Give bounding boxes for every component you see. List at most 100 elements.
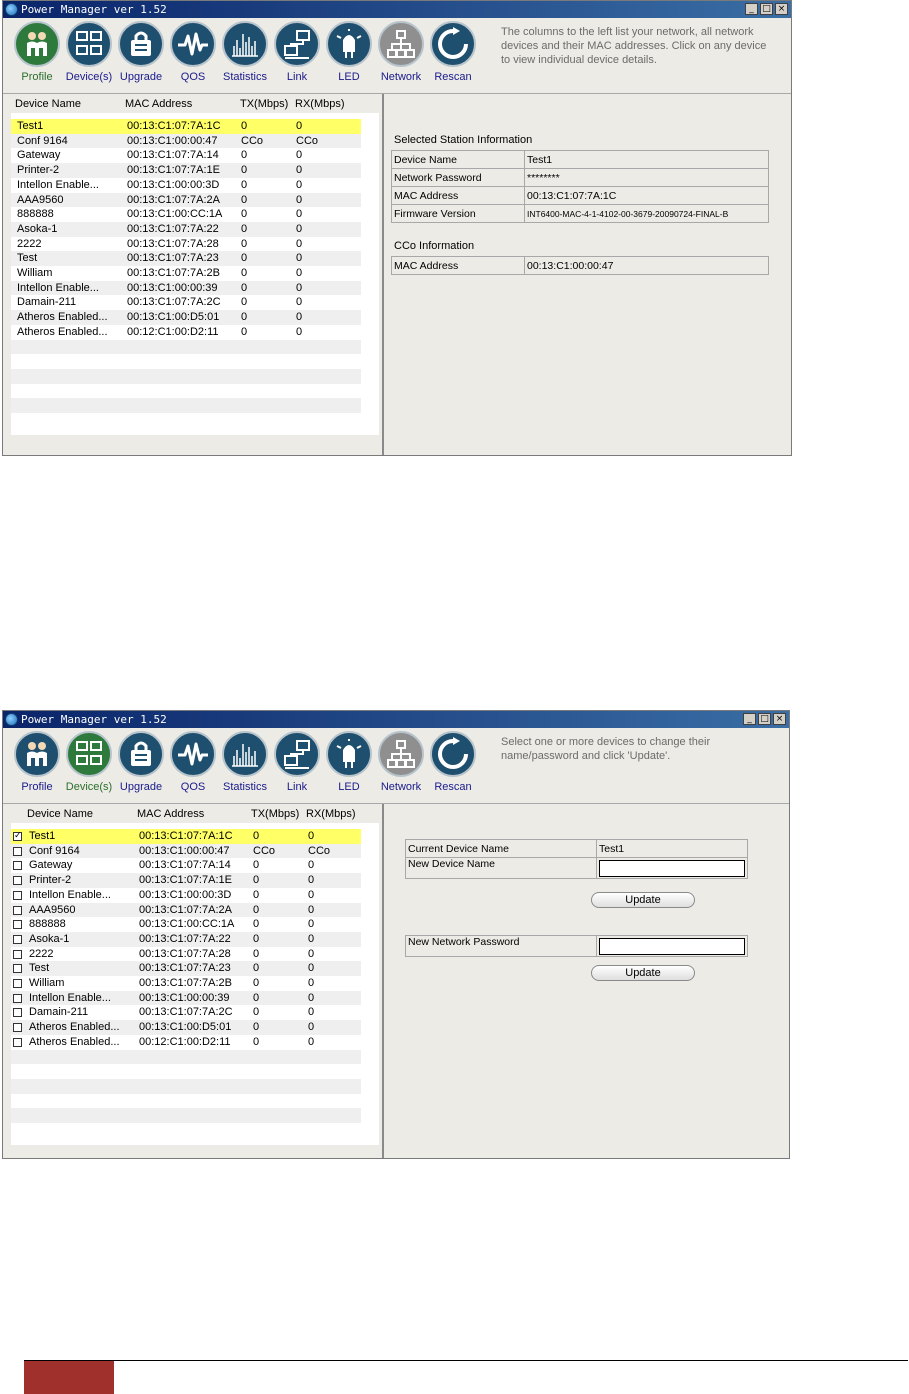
column-tx[interactable]: TX(Mbps) <box>251 808 299 820</box>
device-checkbox[interactable] <box>13 861 22 871</box>
device-row[interactable]: 888888 00:13:C1:00:CC:1A 0 0 <box>11 917 361 932</box>
device-row[interactable]: Intellon Enable... 00:13:C1:00:00:3D 0 0 <box>11 178 361 193</box>
toolbar-button-network[interactable]: Network <box>375 21 427 83</box>
device-checkbox[interactable] <box>13 1008 22 1018</box>
device-row[interactable]: Conf 9164 00:13:C1:00:00:47 CCo CCo <box>11 843 361 859</box>
device-row[interactable]: William 00:13:C1:07:7A:2B 0 0 <box>11 976 361 991</box>
column-rx[interactable]: RX(Mbps) <box>306 808 356 820</box>
device-tx-cell: 0 <box>241 208 248 221</box>
device-row[interactable]: AAA9560 00:13:C1:07:7A:2A 0 0 <box>11 902 361 918</box>
device-row[interactable]: Atheros Enabled... 00:12:C1:00:D2:11 0 0 <box>11 1035 361 1050</box>
device-checkbox[interactable] <box>13 993 22 1003</box>
device-row[interactable]: Test 00:13:C1:07:7A:23 0 0 <box>11 961 361 976</box>
device-checkbox[interactable] <box>13 964 22 974</box>
toolbar-button-link[interactable]: Link <box>271 21 323 83</box>
column-rx[interactable]: RX(Mbps) <box>295 98 345 110</box>
device-row[interactable]: ✓ Test1 00:13:C1:07:7A:1C 0 0 <box>11 829 361 844</box>
new-device-name-input[interactable] <box>599 859 745 877</box>
device-row[interactable]: Intellon Enable... 00:13:C1:00:00:39 0 0 <box>11 280 361 296</box>
device-row[interactable]: Atheros Enabled... 00:12:C1:00:D2:11 0 0 <box>11 325 361 340</box>
device-row[interactable]: Gateway 00:13:C1:07:7A:14 0 0 <box>11 858 361 873</box>
device-rx-cell: 0 <box>296 120 303 132</box>
toolbar-button-qos[interactable]: QOS <box>167 21 219 83</box>
toolbar-button-devices[interactable]: Device(s) <box>63 731 115 793</box>
device-tx-cell: 0 <box>241 296 248 309</box>
device-checkbox[interactable]: ✓ <box>13 832 22 841</box>
device-tx-cell: 0 <box>241 267 248 279</box>
column-mac-address[interactable]: MAC Address <box>137 808 204 820</box>
toolbar-button-upgrade[interactable]: Upgrade <box>115 21 167 83</box>
device-row[interactable]: Damain-211 00:13:C1:07:7A:2C 0 0 <box>11 295 361 310</box>
toolbar-button-profile[interactable]: Profile <box>11 21 63 83</box>
column-device-name[interactable]: Device Name <box>27 808 93 820</box>
title-bar[interactable]: Power Manager ver 1.52 _ □ × <box>3 711 789 728</box>
column-device-name[interactable]: Device Name <box>15 98 81 110</box>
toolbar: Profile Device(s) Upgrade QOS Statistics Link… <box>11 731 479 793</box>
pane-splitter[interactable] <box>382 94 384 455</box>
device-row[interactable]: Asoka-1 00:13:C1:07:7A:22 0 0 <box>11 221 361 237</box>
update-name-button[interactable]: Update <box>591 892 695 908</box>
window-title: Power Manager ver 1.52 <box>21 713 167 726</box>
device-checkbox[interactable] <box>13 920 22 930</box>
device-row[interactable]: AAA9560 00:13:C1:07:7A:2A 0 0 <box>11 192 361 208</box>
device-checkbox[interactable] <box>13 979 22 988</box>
toolbar-button-network[interactable]: Network <box>375 731 427 793</box>
device-row[interactable]: Asoka-1 00:13:C1:07:7A:22 0 0 <box>11 931 361 947</box>
new-network-password-input[interactable] <box>599 937 745 955</box>
toolbar-button-statistics[interactable]: Statistics <box>219 731 271 793</box>
minimize-button[interactable]: _ <box>745 3 758 15</box>
toolbar-button-devices[interactable]: Device(s) <box>63 21 115 83</box>
device-row[interactable]: William 00:13:C1:07:7A:2B 0 0 <box>11 266 361 281</box>
minimize-button[interactable]: _ <box>743 713 756 725</box>
column-mac-address[interactable]: MAC Address <box>125 98 192 110</box>
toolbar-button-qos[interactable]: QOS <box>167 731 219 793</box>
device-row[interactable]: Printer-2 00:13:C1:07:7A:1E 0 0 <box>11 163 361 178</box>
pane-splitter[interactable] <box>382 804 384 1158</box>
device-checkbox[interactable] <box>13 846 22 856</box>
device-tx-cell: CCo <box>253 844 276 857</box>
device-row[interactable]: 2222 00:13:C1:07:7A:28 0 0 <box>11 237 361 252</box>
device-row[interactable]: Test1 00:13:C1:07:7A:1C 0 0 <box>11 119 361 134</box>
maximize-button[interactable]: □ <box>760 3 773 15</box>
toolbar-button-link[interactable]: Link <box>271 731 323 793</box>
device-checkbox[interactable] <box>13 1023 22 1033</box>
toolbar-button-upgrade[interactable]: Upgrade <box>115 731 167 793</box>
toolbar-button-led[interactable]: LED <box>323 731 375 793</box>
device-row[interactable]: Intellon Enable... 00:13:C1:00:00:3D 0 0 <box>11 888 361 903</box>
toolbar-button-led[interactable]: LED <box>323 21 375 83</box>
led-icon <box>326 21 372 67</box>
toolbar-button-rescan[interactable]: Rescan <box>427 731 479 793</box>
device-row[interactable]: Damain-211 00:13:C1:07:7A:2C 0 0 <box>11 1005 361 1020</box>
info-value: 00:13:C1:07:7A:1C <box>524 186 769 205</box>
close-button[interactable]: × <box>775 3 788 15</box>
column-tx[interactable]: TX(Mbps) <box>240 98 288 110</box>
device-row[interactable]: Printer-2 00:13:C1:07:7A:1E 0 0 <box>11 873 361 888</box>
power-manager-window-devices: Power Manager ver 1.52 _ □ × Profile Devi… <box>2 710 790 1159</box>
device-checkbox[interactable] <box>13 876 22 886</box>
device-row[interactable]: 2222 00:13:C1:07:7A:28 0 0 <box>11 947 361 962</box>
toolbar-button-profile[interactable]: Profile <box>11 731 63 793</box>
maximize-button[interactable]: □ <box>758 713 771 725</box>
device-row[interactable]: Conf 9164 00:13:C1:00:00:47 CCo CCo <box>11 133 361 149</box>
device-mac-cell: 00:13:C1:07:7A:22 <box>139 932 231 945</box>
update-password-button[interactable]: Update <box>591 965 695 981</box>
info-label: MAC Address <box>391 186 525 205</box>
device-checkbox[interactable] <box>13 949 22 959</box>
device-checkbox[interactable] <box>13 934 22 944</box>
device-tx-cell: 0 <box>241 149 248 162</box>
device-mac-cell: 00:13:C1:07:7A:22 <box>127 222 219 235</box>
devices-icon <box>66 731 112 777</box>
device-checkbox[interactable] <box>13 1037 22 1047</box>
toolbar-button-rescan[interactable]: Rescan <box>427 21 479 83</box>
device-row[interactable]: Atheros Enabled... 00:13:C1:00:D5:01 0 0 <box>11 310 361 325</box>
device-row[interactable]: 888888 00:13:C1:00:CC:1A 0 0 <box>11 207 361 222</box>
toolbar-button-statistics[interactable]: Statistics <box>219 21 271 83</box>
title-bar[interactable]: Power Manager ver 1.52 _ □ × <box>3 1 791 18</box>
device-checkbox[interactable] <box>13 890 22 900</box>
device-row[interactable]: Gateway 00:13:C1:07:7A:14 0 0 <box>11 148 361 163</box>
device-checkbox[interactable] <box>13 905 22 915</box>
device-row[interactable]: Intellon Enable... 00:13:C1:00:00:39 0 0 <box>11 990 361 1006</box>
device-row[interactable]: Atheros Enabled... 00:13:C1:00:D5:01 0 0 <box>11 1020 361 1035</box>
close-button[interactable]: × <box>773 713 786 725</box>
device-row[interactable]: Test 00:13:C1:07:7A:23 0 0 <box>11 251 361 266</box>
